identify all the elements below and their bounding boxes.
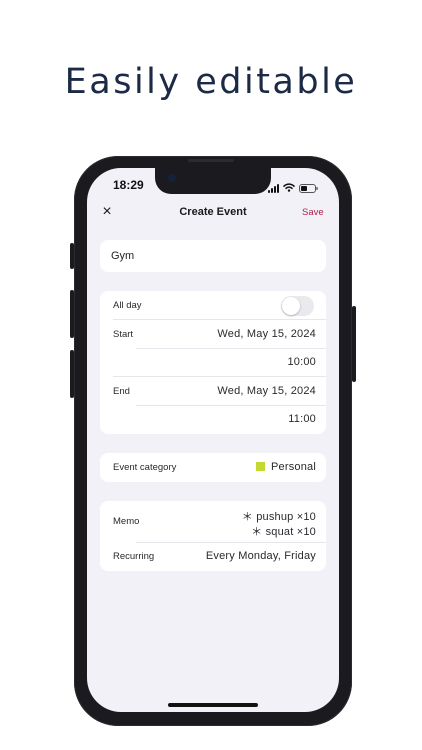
- front-camera: [168, 174, 176, 182]
- status-time: 18:29: [113, 178, 144, 192]
- battery-icon: [299, 183, 318, 193]
- all-day-label: All day: [113, 300, 142, 311]
- start-time[interactable]: 10:00: [287, 356, 316, 368]
- toggle-knob: [282, 297, 300, 315]
- end-label: End: [113, 386, 130, 397]
- end-time[interactable]: 11:00: [288, 413, 316, 425]
- phone-speaker: [188, 159, 234, 162]
- divider: [136, 348, 326, 349]
- category-name: Personal: [270, 461, 316, 473]
- divider: [113, 376, 326, 377]
- details-card: Memo ＊ pushup ×10 ＊ squat ×10 Recurring …: [100, 501, 326, 571]
- page-title: Create Event: [179, 206, 247, 218]
- start-label: Start: [113, 329, 134, 340]
- cellular-signal-icon: [268, 183, 279, 193]
- event-title-field[interactable]: Gym: [100, 240, 326, 272]
- memo-line[interactable]: ＊ pushup ×10: [242, 508, 316, 524]
- event-category-label: Event category: [113, 462, 177, 473]
- memo-line[interactable]: ＊ squat ×10: [251, 523, 316, 539]
- all-day-toggle[interactable]: [281, 296, 314, 316]
- event-title-value: Gym: [111, 250, 135, 262]
- divider: [113, 319, 326, 320]
- recurring-label: Recurring: [113, 551, 155, 562]
- phone-power-button: [352, 306, 356, 382]
- save-button[interactable]: Save: [302, 207, 324, 218]
- status-icons: [268, 179, 318, 197]
- divider: [136, 542, 326, 543]
- home-indicator[interactable]: [168, 703, 258, 707]
- close-icon[interactable]: ×: [99, 204, 115, 220]
- wifi-icon: [283, 179, 295, 197]
- end-date[interactable]: Wed, May 15, 2024: [217, 385, 316, 397]
- event-category-value: Personal: [255, 461, 316, 473]
- event-category-row[interactable]: Event category Personal: [100, 453, 326, 482]
- divider: [136, 405, 326, 406]
- memo-label: Memo: [113, 516, 140, 527]
- schedule-card: All day Start Wed, May 15, 2024 10:00 En…: [100, 291, 326, 434]
- category-color-swatch: [255, 462, 265, 471]
- start-date[interactable]: Wed, May 15, 2024: [217, 328, 316, 340]
- recurring-value[interactable]: Every Monday, Friday: [206, 550, 316, 562]
- headline: Easily editable: [64, 62, 358, 102]
